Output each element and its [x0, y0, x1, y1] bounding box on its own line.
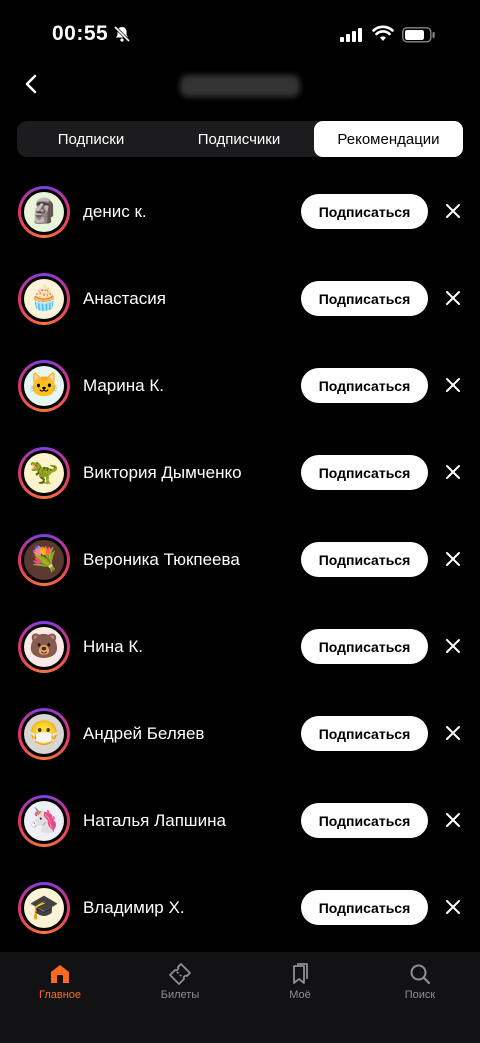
- subscribe-button[interactable]: Подписаться: [301, 890, 428, 925]
- close-icon[interactable]: [445, 638, 461, 654]
- avatar[interactable]: 🧁: [18, 273, 70, 325]
- avatar-image: 🦖: [24, 453, 64, 493]
- subscribe-button[interactable]: Подписаться: [301, 803, 428, 838]
- list-item: 🦖 Виктория Дымченко Подписаться: [0, 429, 480, 516]
- nav-search[interactable]: Поиск: [360, 952, 480, 1022]
- avatar-image: 💐: [24, 540, 64, 580]
- list-item: 💐 Вероника Тюкпеева Подписаться: [0, 516, 480, 603]
- nav-mine-label: Моё: [289, 989, 311, 1001]
- avatar[interactable]: 😷: [18, 708, 70, 760]
- search-icon: [410, 964, 431, 985]
- subscribe-button[interactable]: Подписаться: [301, 368, 428, 403]
- signal-icon: [340, 28, 362, 42]
- subscribe-button[interactable]: Подписаться: [301, 542, 428, 577]
- user-name[interactable]: Виктория Дымченко: [83, 463, 242, 483]
- segmented-tabs: Подписки Подписчики Рекомендации: [17, 121, 463, 157]
- subscribe-button[interactable]: Подписаться: [301, 455, 428, 490]
- close-icon[interactable]: [445, 899, 461, 915]
- bell-muted-icon: [113, 25, 131, 43]
- home-icon: [51, 965, 69, 983]
- avatar-image: 🦄: [24, 801, 64, 841]
- user-name[interactable]: Андрей Беляев: [83, 724, 204, 744]
- user-name[interactable]: Марина К.: [83, 376, 164, 396]
- avatar-image: 🎓: [24, 888, 64, 928]
- list-item: 🦄 Наталья Лапшина Подписаться: [0, 777, 480, 864]
- subscribe-button[interactable]: Подписаться: [301, 194, 428, 229]
- close-icon[interactable]: [445, 203, 461, 219]
- avatar-image: 🐻: [24, 627, 64, 667]
- back-arrow-icon[interactable]: [20, 72, 44, 96]
- user-name[interactable]: Наталья Лапшина: [83, 811, 226, 831]
- status-time: 00:55: [52, 22, 109, 45]
- avatar[interactable]: 🐱: [18, 360, 70, 412]
- user-name[interactable]: денис к.: [83, 202, 147, 222]
- list-item: 🐱 Марина К. Подписаться: [0, 342, 480, 429]
- avatar-image: 🗿: [24, 192, 64, 232]
- list-item: 🐻 Нина К. Подписаться: [0, 603, 480, 690]
- avatar[interactable]: 🦄: [18, 795, 70, 847]
- blurred-title: [180, 75, 300, 97]
- wifi-icon: [372, 25, 394, 41]
- avatar-image: 😷: [24, 714, 64, 754]
- avatar[interactable]: 💐: [18, 534, 70, 586]
- list-item: 🧁 Анастасия Подписаться: [0, 255, 480, 342]
- close-icon[interactable]: [445, 812, 461, 828]
- user-name[interactable]: Вероника Тюкпеева: [83, 550, 240, 570]
- user-name[interactable]: Нина К.: [83, 637, 143, 657]
- user-name[interactable]: Анастасия: [83, 289, 166, 309]
- list-item: 🎓 Владимир Х. Подписаться: [0, 864, 480, 951]
- list-item: 🗿 денис к. Подписаться: [0, 168, 480, 255]
- ticket-icon: [169, 963, 191, 985]
- avatar[interactable]: 🎓: [18, 882, 70, 934]
- tab-recommendations[interactable]: Рекомендации: [314, 121, 463, 157]
- user-name[interactable]: Владимир Х.: [83, 898, 185, 918]
- close-icon[interactable]: [445, 725, 461, 741]
- nav-home[interactable]: Главное: [0, 952, 120, 1022]
- nav-tickets-label: Билеты: [160, 989, 200, 1001]
- subscribe-button[interactable]: Подписаться: [301, 281, 428, 316]
- tab-followers[interactable]: Подписчики: [165, 121, 313, 157]
- close-icon[interactable]: [445, 377, 461, 393]
- tab-subscriptions[interactable]: Подписки: [17, 121, 165, 157]
- avatar[interactable]: 🗿: [18, 186, 70, 238]
- nav-mine[interactable]: Моё: [240, 952, 360, 1022]
- close-icon[interactable]: [445, 290, 461, 306]
- close-icon[interactable]: [445, 551, 461, 567]
- close-icon[interactable]: [445, 464, 461, 480]
- bottom-nav: Главное Билеты Моё Поиск: [0, 952, 480, 1043]
- subscribe-button[interactable]: Подписаться: [301, 629, 428, 664]
- list-item: 😷 Андрей Беляев Подписаться: [0, 690, 480, 777]
- avatar-image: 🐱: [24, 366, 64, 406]
- nav-home-label: Главное: [38, 989, 82, 1001]
- avatar[interactable]: 🐻: [18, 621, 70, 673]
- battery-icon: [402, 27, 435, 43]
- bookmark-icon: [293, 963, 308, 984]
- avatar-image: 🧁: [24, 279, 64, 319]
- nav-tickets[interactable]: Билеты: [120, 952, 240, 1022]
- subscribe-button[interactable]: Подписаться: [301, 716, 428, 751]
- avatar[interactable]: 🦖: [18, 447, 70, 499]
- header: [0, 60, 480, 110]
- nav-search-label: Поиск: [404, 989, 436, 1001]
